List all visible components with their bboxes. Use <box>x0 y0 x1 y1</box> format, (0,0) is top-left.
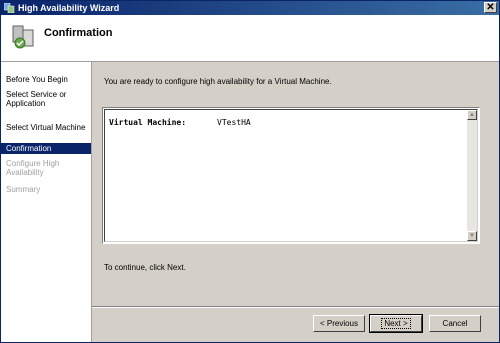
scroll-up-button[interactable]: ▲ <box>467 110 477 120</box>
nav-item-before-you-begin[interactable]: Before You Begin <box>1 75 91 84</box>
continue-instruction: To continue, click Next. <box>104 263 186 272</box>
close-button[interactable]: ✕ <box>484 2 497 13</box>
next-button[interactable]: Next > <box>369 314 423 333</box>
virtual-machine-label: Virtual Machine: <box>109 118 187 127</box>
next-button-label: Next > <box>381 318 411 329</box>
nav-item-configure-ha: Configure High Availability <box>6 159 60 177</box>
confirmation-summary-box[interactable]: Virtual Machine: VTestHA ▲ ▼ <box>102 107 480 244</box>
arrow-down-icon: ▼ <box>469 233 475 239</box>
cluster-wizard-icon <box>12 25 34 49</box>
wizard-window: High Availability Wizard ✕ Confirmation … <box>0 0 500 343</box>
title-bar[interactable]: High Availability Wizard ✕ <box>1 1 499 15</box>
window-title: High Availability Wizard <box>18 3 120 13</box>
nav-item-select-virtual-machine[interactable]: Select Virtual Machine <box>1 123 91 132</box>
nav-item-select-service[interactable]: Select Service or Application <box>1 90 91 108</box>
vertical-scrollbar[interactable]: ▲ ▼ <box>467 110 477 241</box>
nav-item-confirmation[interactable]: Confirmation <box>1 143 91 154</box>
cancel-button[interactable]: Cancel <box>429 315 481 332</box>
cancel-button-label: Cancel <box>442 319 468 328</box>
nav-item-summary: Summary <box>6 185 41 194</box>
wizard-app-icon <box>4 3 15 13</box>
summary-frame: Virtual Machine: VTestHA ▲ ▼ <box>104 109 478 242</box>
previous-button[interactable]: < Previous <box>313 315 365 332</box>
intro-text: You are ready to configure high availabi… <box>104 77 332 86</box>
virtual-machine-value: VTestHA <box>217 118 251 127</box>
wizard-steps-nav: Before You Begin Select Service or Appli… <box>1 62 92 342</box>
previous-button-label: < Previous <box>319 319 359 328</box>
close-icon: ✕ <box>486 2 495 13</box>
wizard-header: Confirmation <box>1 15 499 62</box>
scroll-down-button[interactable]: ▼ <box>467 231 477 241</box>
arrow-up-icon: ▲ <box>469 112 475 118</box>
page-title: Confirmation <box>44 27 113 39</box>
button-separator <box>92 306 499 308</box>
wizard-content: You are ready to configure high availabi… <box>92 62 499 342</box>
